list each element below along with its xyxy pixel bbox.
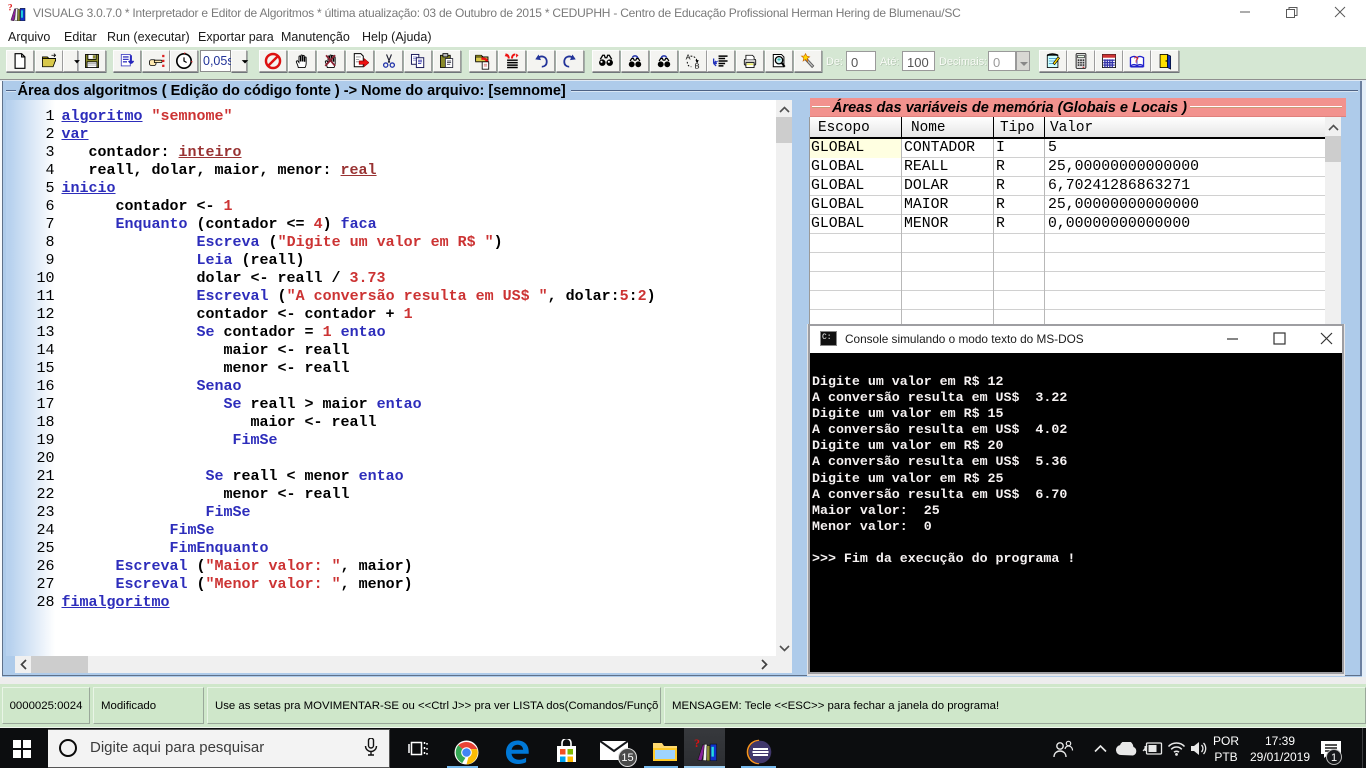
svg-text:A: A [686,52,691,61]
svg-text:?: ? [8,3,13,12]
svg-text:?: ? [1134,56,1139,65]
svg-text:?: ? [694,737,700,750]
